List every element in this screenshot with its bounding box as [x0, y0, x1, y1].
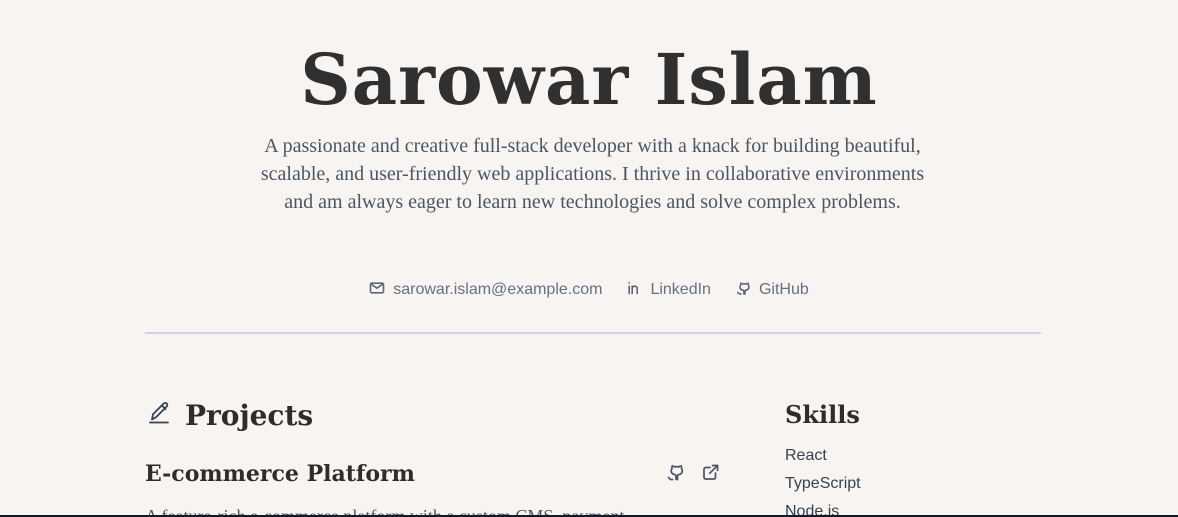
project-card: E-commerce Platform A feature-rich e-com…: [145, 458, 725, 517]
projects-header: Projects: [145, 398, 313, 434]
linkedin-link[interactable]: LinkedIn: [626, 279, 711, 301]
profile-bio: A passionate and creative full-stack dev…: [260, 135, 925, 213]
external-link-icon: [701, 462, 721, 487]
github-icon: [665, 462, 685, 487]
github-link[interactable]: GitHub: [735, 279, 809, 301]
skills-section: Skills React TypeScript Node.js: [785, 398, 1005, 517]
projects-title: Projects: [185, 399, 314, 432]
project-header: E-commerce Platform: [145, 458, 725, 490]
project-github-button[interactable]: [665, 464, 685, 484]
project-live-link-button[interactable]: [701, 464, 721, 484]
portfolio-page: Sarowar Islam A passionate and creative …: [0, 0, 1178, 517]
section-divider: [145, 332, 1041, 334]
project-actions: [665, 464, 725, 484]
profile-name: Sarowar Islam: [300, 38, 878, 121]
skills-title: Skills: [785, 400, 860, 429]
email-label: sarowar.islam@example.com: [393, 281, 603, 298]
github-label: GitHub: [758, 281, 809, 298]
github-icon: [735, 280, 751, 301]
linkedin-label: LinkedIn: [650, 281, 711, 298]
project-title: E-commerce Platform: [145, 461, 415, 487]
linkedin-icon: [626, 280, 642, 301]
skills-list: React TypeScript Node.js: [785, 442, 1005, 517]
skill-item: TypeScript: [785, 475, 861, 492]
pen-icon: [145, 400, 173, 433]
mail-icon: [369, 280, 385, 301]
skill-item: React: [785, 447, 827, 464]
contact-links: sarowar.islam@example.com LinkedIn GitHu…: [0, 279, 1178, 301]
email-link[interactable]: sarowar.islam@example.com: [369, 279, 602, 301]
